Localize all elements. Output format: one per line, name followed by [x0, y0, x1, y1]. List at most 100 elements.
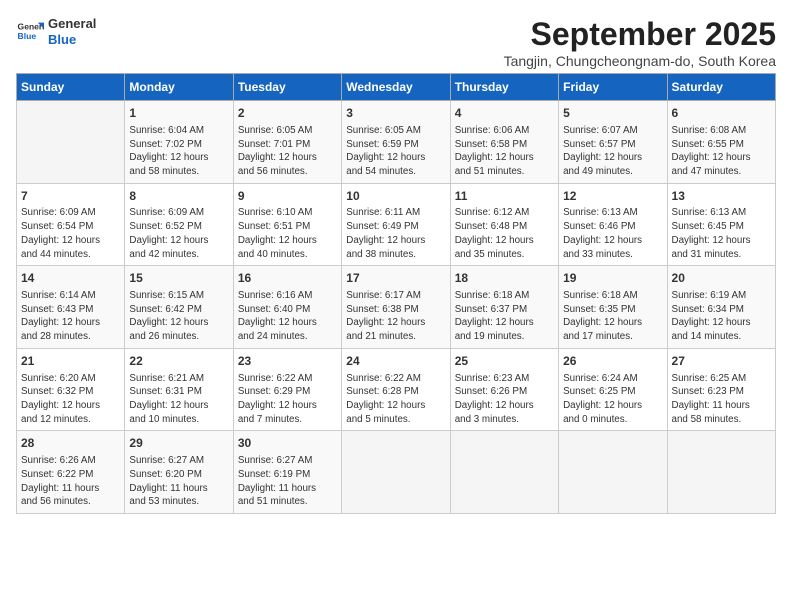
cell-text: Sunrise: 6:15 AMSunset: 6:42 PMDaylight:… [129, 289, 228, 344]
cell-text: Sunrise: 6:12 AMSunset: 6:48 PMDaylight:… [455, 206, 554, 261]
logo: General Blue General Blue [16, 16, 96, 47]
weekday-header-wednesday: Wednesday [342, 74, 450, 101]
calendar-cell: 21 Sunrise: 6:20 AMSunset: 6:32 PMDayligh… [17, 348, 125, 431]
calendar-cell: 10Sunrise: 6:11 AMSunset: 6:49 PMDayligh… [342, 183, 450, 266]
cell-text: Sunrise: 6:24 AMSunset: 6:25 PMDaylight:… [563, 372, 662, 427]
calendar-cell: 17 Sunrise: 6:17 AMSunset: 6:38 PMDayligh… [342, 266, 450, 349]
day-number: 11 [455, 188, 554, 205]
weekday-header-saturday: Saturday [667, 74, 775, 101]
day-number: 10 [346, 188, 445, 205]
calendar-cell: 26 Sunrise: 6:24 AMSunset: 6:25 PMDayligh… [559, 348, 667, 431]
calendar-cell: 23 Sunrise: 6:22 AMSunset: 6:29 PMDayligh… [233, 348, 341, 431]
day-number: 23 [238, 353, 337, 370]
weekday-header-tuesday: Tuesday [233, 74, 341, 101]
calendar-cell: 15 Sunrise: 6:15 AMSunset: 6:42 PMDayligh… [125, 266, 233, 349]
calendar-cell: 16 Sunrise: 6:16 AMSunset: 6:40 PMDayligh… [233, 266, 341, 349]
calendar-cell: 7Sunrise: 6:09 AMSunset: 6:54 PMDaylight… [17, 183, 125, 266]
day-number: 13 [672, 188, 771, 205]
day-number: 6 [672, 105, 771, 122]
calendar-cell: 19Sunrise: 6:18 AMSunset: 6:35 PMDayligh… [559, 266, 667, 349]
day-number: 22 [129, 353, 228, 370]
day-number: 4 [455, 105, 554, 122]
cell-text: Sunrise: 6:05 AMSunset: 7:01 PMDaylight:… [238, 124, 337, 179]
day-number: 28 [21, 435, 120, 452]
day-number: 16 [238, 270, 337, 287]
day-number: 1 [129, 105, 228, 122]
cell-text: Sunrise: 6:26 AMSunset: 6:22 PMDaylight:… [21, 454, 120, 509]
weekday-header-friday: Friday [559, 74, 667, 101]
weekday-header-sunday: Sunday [17, 74, 125, 101]
logo-general: General [48, 16, 96, 32]
cell-text: Sunrise: 6:05 AMSunset: 6:59 PMDaylight:… [346, 124, 445, 179]
calendar-cell: 5 Sunrise: 6:07 AMSunset: 6:57 PMDaylight… [559, 101, 667, 184]
day-number: 20 [672, 270, 771, 287]
cell-text: Sunrise: 6:14 AMSunset: 6:43 PMDaylight:… [21, 289, 120, 344]
day-number: 12 [563, 188, 662, 205]
calendar-cell: 28 Sunrise: 6:26 AMSunset: 6:22 PMDayligh… [17, 431, 125, 514]
cell-text: Sunrise: 6:08 AMSunset: 6:55 PMDaylight:… [672, 124, 771, 179]
day-number: 27 [672, 353, 771, 370]
calendar-cell: 3 Sunrise: 6:05 AMSunset: 6:59 PMDaylight… [342, 101, 450, 184]
day-number: 25 [455, 353, 554, 370]
logo-blue: Blue [48, 32, 96, 48]
day-number: 21 [21, 353, 120, 370]
calendar-cell: 4Sunrise: 6:06 AMSunset: 6:58 PMDaylight… [450, 101, 558, 184]
cell-text: Sunrise: 6:18 AMSunset: 6:37 PMDaylight:… [455, 289, 554, 344]
cell-text: Sunrise: 6:18 AMSunset: 6:35 PMDaylight:… [563, 289, 662, 344]
calendar-cell: 24Sunrise: 6:22 AMSunset: 6:28 PMDayligh… [342, 348, 450, 431]
calendar-cell [559, 431, 667, 514]
calendar-cell [667, 431, 775, 514]
calendar-cell: 2 Sunrise: 6:05 AMSunset: 7:01 PMDaylight… [233, 101, 341, 184]
logo-icon: General Blue [16, 18, 44, 46]
cell-text: Sunrise: 6:23 AMSunset: 6:26 PMDaylight:… [455, 372, 554, 427]
day-number: 17 [346, 270, 445, 287]
calendar-cell: 30 Sunrise: 6:27 AMSunset: 6:19 PMDayligh… [233, 431, 341, 514]
cell-text: Sunrise: 6:27 AMSunset: 6:19 PMDaylight:… [238, 454, 337, 509]
cell-text: Sunrise: 6:21 AMSunset: 6:31 PMDaylight:… [129, 372, 228, 427]
day-number: 30 [238, 435, 337, 452]
calendar-cell: 13Sunrise: 6:13 AMSunset: 6:45 PMDayligh… [667, 183, 775, 266]
day-number: 7 [21, 188, 120, 205]
day-number: 2 [238, 105, 337, 122]
cell-text: Sunrise: 6:09 AMSunset: 6:54 PMDaylight:… [21, 206, 120, 261]
cell-text: Sunrise: 6:19 AMSunset: 6:34 PMDaylight:… [672, 289, 771, 344]
calendar-cell: 6 Sunrise: 6:08 AMSunset: 6:55 PMDaylight… [667, 101, 775, 184]
calendar-cell: 20 Sunrise: 6:19 AMSunset: 6:34 PMDayligh… [667, 266, 775, 349]
day-number: 3 [346, 105, 445, 122]
month-title: September 2025 [504, 16, 776, 53]
day-number: 26 [563, 353, 662, 370]
weekday-header-thursday: Thursday [450, 74, 558, 101]
cell-text: Sunrise: 6:07 AMSunset: 6:57 PMDaylight:… [563, 124, 662, 179]
weekday-header-monday: Monday [125, 74, 233, 101]
cell-text: Sunrise: 6:27 AMSunset: 6:20 PMDaylight:… [129, 454, 228, 509]
day-number: 24 [346, 353, 445, 370]
calendar-cell: 9Sunrise: 6:10 AMSunset: 6:51 PMDaylight… [233, 183, 341, 266]
calendar-cell: 18 Sunrise: 6:18 AMSunset: 6:37 PMDayligh… [450, 266, 558, 349]
cell-text: Sunrise: 6:09 AMSunset: 6:52 PMDaylight:… [129, 206, 228, 261]
calendar-cell: 1 Sunrise: 6:04 AMSunset: 7:02 PMDaylight… [125, 101, 233, 184]
calendar-table: SundayMondayTuesdayWednesdayThursdayFrid… [16, 73, 776, 514]
cell-text: Sunrise: 6:04 AMSunset: 7:02 PMDaylight:… [129, 124, 228, 179]
day-number: 8 [129, 188, 228, 205]
calendar-cell: 11Sunrise: 6:12 AMSunset: 6:48 PMDayligh… [450, 183, 558, 266]
calendar-cell [17, 101, 125, 184]
day-number: 9 [238, 188, 337, 205]
calendar-cell [342, 431, 450, 514]
calendar-cell: 22 Sunrise: 6:21 AMSunset: 6:31 PMDayligh… [125, 348, 233, 431]
day-number: 18 [455, 270, 554, 287]
day-number: 14 [21, 270, 120, 287]
cell-text: Sunrise: 6:11 AMSunset: 6:49 PMDaylight:… [346, 206, 445, 261]
calendar-cell: 25 Sunrise: 6:23 AMSunset: 6:26 PMDayligh… [450, 348, 558, 431]
cell-text: Sunrise: 6:17 AMSunset: 6:38 PMDaylight:… [346, 289, 445, 344]
calendar-cell [450, 431, 558, 514]
calendar-cell: 12Sunrise: 6:13 AMSunset: 6:46 PMDayligh… [559, 183, 667, 266]
cell-text: Sunrise: 6:20 AMSunset: 6:32 PMDaylight:… [21, 372, 120, 427]
calendar-cell: 27Sunrise: 6:25 AMSunset: 6:23 PMDayligh… [667, 348, 775, 431]
svg-text:Blue: Blue [18, 31, 37, 41]
location-title: Tangjin, Chungcheongnam-do, South Korea [504, 53, 776, 69]
cell-text: Sunrise: 6:13 AMSunset: 6:45 PMDaylight:… [672, 206, 771, 261]
cell-text: Sunrise: 6:16 AMSunset: 6:40 PMDaylight:… [238, 289, 337, 344]
day-number: 5 [563, 105, 662, 122]
day-number: 15 [129, 270, 228, 287]
cell-text: Sunrise: 6:22 AMSunset: 6:29 PMDaylight:… [238, 372, 337, 427]
